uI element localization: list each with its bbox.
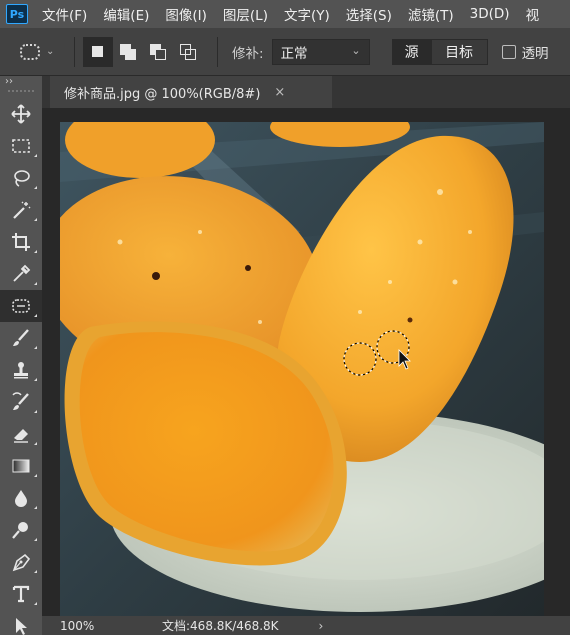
- photoshop-logo: Ps: [6, 4, 28, 24]
- subtract-from-selection-button[interactable]: [143, 37, 173, 67]
- lasso-tool[interactable]: [0, 162, 42, 194]
- pen-icon: [12, 553, 31, 572]
- transparent-checkbox[interactable]: [501, 44, 516, 59]
- history-brush-tool[interactable]: [0, 386, 42, 418]
- patch-tool[interactable]: [0, 290, 42, 322]
- gradient-icon: [12, 459, 30, 473]
- status-menu-arrow[interactable]: ›: [319, 619, 324, 633]
- move-tool[interactable]: [0, 98, 42, 130]
- menu-layer[interactable]: 图层(L): [223, 4, 268, 24]
- chevron-down-icon: ⌄: [46, 46, 55, 57]
- menu-file[interactable]: 文件(F): [42, 4, 87, 24]
- chevron-down-icon: ⌄: [351, 43, 361, 57]
- marquee-tool[interactable]: [0, 130, 42, 162]
- source-button[interactable]: 源: [392, 39, 431, 64]
- tool-group-indicator: [34, 442, 37, 445]
- tool-group-indicator: [34, 314, 37, 317]
- gradient-tool[interactable]: [0, 450, 42, 482]
- drop-icon: [15, 490, 27, 507]
- document-canvas[interactable]: [60, 122, 544, 616]
- add-selection-icon-part: [125, 48, 136, 60]
- tool-group-indicator: [34, 410, 37, 413]
- tool-group-indicator: [34, 218, 37, 221]
- intersect-selection-icon-part: [185, 48, 196, 60]
- tool-group-indicator: [34, 378, 37, 381]
- tool-group-indicator: [34, 250, 37, 253]
- menu-bar: Ps 文件(F) 编辑(E) 图像(I) 图层(L) 文字(Y) 选择(S) 滤…: [0, 0, 570, 28]
- new-selection-button[interactable]: [83, 36, 113, 67]
- transparent-label: 透明: [521, 45, 549, 62]
- document-tab[interactable]: 修补商品.jpg @ 100%(RGB/8#) ×: [50, 76, 332, 108]
- move-icon: [11, 104, 31, 124]
- rectangle-marquee-icon: [12, 139, 30, 153]
- tool-group-indicator: [34, 346, 37, 349]
- dodge-tool[interactable]: [0, 514, 42, 546]
- new-selection-icon: [92, 45, 103, 57]
- menu-3d[interactable]: 3D(D): [470, 6, 510, 22]
- document-size: 文档:468.8K/468.8K: [162, 619, 279, 633]
- tool-group-indicator: [34, 570, 37, 573]
- subtract-selection-icon-part: [155, 48, 166, 60]
- document-title: 修补商品.jpg @ 100%(RGB/8#): [64, 86, 261, 102]
- zoom-level[interactable]: 100%: [60, 619, 128, 633]
- patch-label: 修补:: [232, 45, 264, 62]
- tool-group-indicator: [34, 538, 37, 541]
- source-destination-toggle: 源 目标: [391, 38, 488, 65]
- clone-stamp-tool[interactable]: [0, 354, 42, 386]
- menu-filter[interactable]: 滤镜(T): [408, 4, 454, 24]
- add-to-selection-button[interactable]: [113, 37, 143, 67]
- tool-group-indicator: [34, 474, 37, 477]
- type-icon: [12, 585, 30, 603]
- menu-edit[interactable]: 编辑(E): [103, 4, 149, 24]
- destination-button[interactable]: 目标: [430, 39, 487, 64]
- quick-selection-tool[interactable]: [0, 194, 42, 226]
- tools-panel: ››: [0, 76, 42, 635]
- eyedropper-tool[interactable]: [0, 258, 42, 290]
- status-bar: 100% 文档:468.8K/468.8K ›: [42, 616, 570, 635]
- divider: [217, 36, 218, 67]
- patch-mode-select[interactable]: 正常 ⌄: [271, 38, 370, 65]
- menu-image[interactable]: 图像(I): [165, 4, 207, 24]
- panel-grip[interactable]: [8, 90, 34, 98]
- magic-wand-icon: [13, 201, 31, 219]
- path-selection-tool[interactable]: [0, 610, 42, 635]
- patch-icon: [12, 299, 30, 313]
- tool-preset-picker[interactable]: ⌄: [20, 37, 66, 67]
- intersect-selection-button[interactable]: [173, 37, 203, 67]
- patch-mode-value: 正常: [280, 45, 308, 62]
- history-brush-icon: [12, 392, 29, 410]
- patch-icon: [20, 43, 40, 60]
- type-tool[interactable]: [0, 578, 42, 610]
- tool-group-indicator: [34, 602, 37, 605]
- menu-view[interactable]: 视: [526, 4, 540, 24]
- crop-icon: [12, 233, 30, 251]
- close-icon[interactable]: ×: [274, 85, 285, 100]
- eyedropper-icon: [13, 264, 31, 282]
- tool-group-indicator: [34, 186, 37, 189]
- tool-group-indicator: [34, 506, 37, 509]
- collapse-panel-button[interactable]: ››: [0, 76, 42, 90]
- tool-group-indicator: [34, 154, 37, 157]
- menu-type[interactable]: 文字(Y): [284, 4, 330, 24]
- dodge-icon: [12, 522, 28, 539]
- menu-select[interactable]: 选择(S): [346, 4, 392, 24]
- brush-tool[interactable]: [0, 322, 42, 354]
- arrow-cursor-icon: [16, 618, 27, 635]
- lasso-icon: [14, 170, 30, 187]
- stamp-icon: [14, 362, 28, 379]
- options-bar: ⌄ 修补: 正常 ⌄ 源 目标 透明: [0, 28, 570, 76]
- mango-photo: [60, 122, 544, 616]
- canvas-area: [42, 108, 570, 616]
- eraser-icon: [14, 429, 28, 443]
- pen-tool[interactable]: [0, 546, 42, 578]
- brush-icon: [13, 329, 29, 346]
- document-tab-bar: 修补商品.jpg @ 100%(RGB/8#) ×: [42, 76, 570, 108]
- tool-group-indicator: [34, 282, 37, 285]
- divider: [74, 36, 75, 67]
- eraser-tool[interactable]: [0, 418, 42, 450]
- blur-tool[interactable]: [0, 482, 42, 514]
- crop-tool[interactable]: [0, 226, 42, 258]
